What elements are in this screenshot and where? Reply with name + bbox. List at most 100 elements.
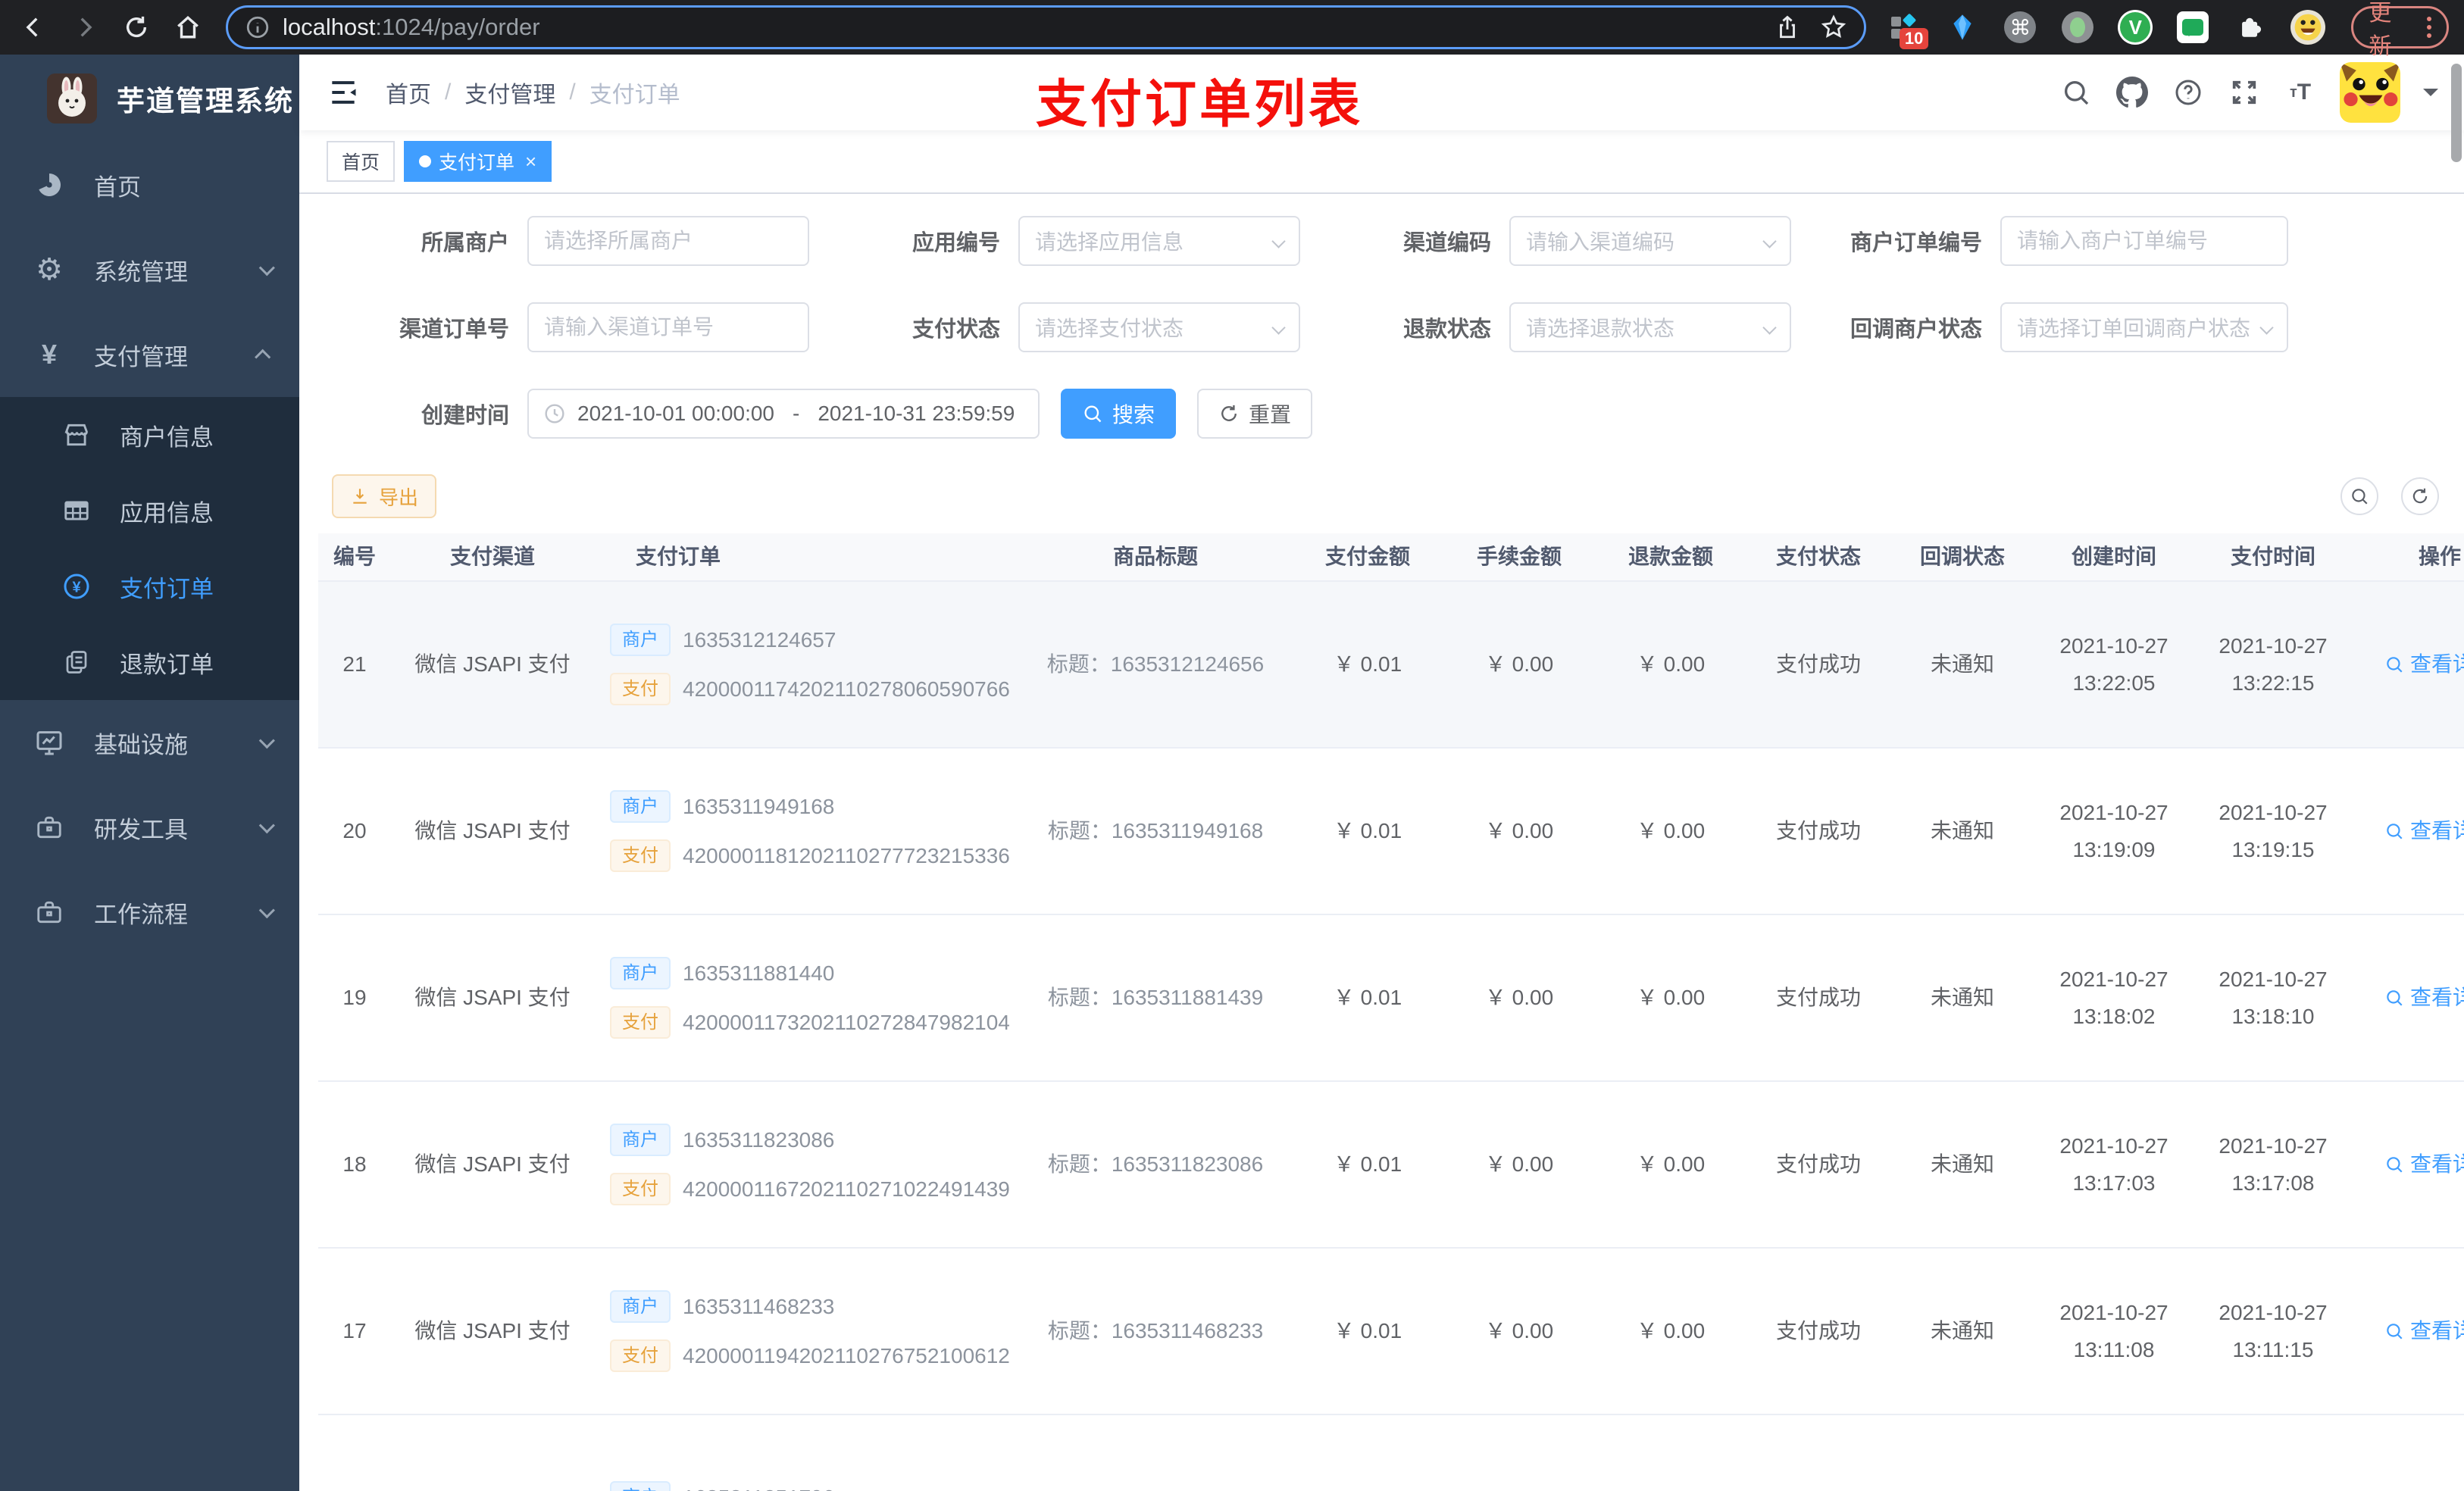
- browser-reload-button[interactable]: [118, 9, 155, 45]
- yen-icon: ¥: [41, 339, 58, 370]
- refund-status-select[interactable]: 请选择退款状态: [1509, 302, 1791, 352]
- sidebar-item-merchant-info[interactable]: 商户信息: [0, 397, 299, 473]
- tab-home[interactable]: 首页: [327, 141, 396, 182]
- pay-channel-cell: 微信 JSAPI 支付: [414, 986, 571, 1010]
- breadcrumb-home[interactable]: 首页: [386, 76, 431, 109]
- pay-status-select[interactable]: 请选择支付状态: [1018, 302, 1300, 352]
- browser-update-button[interactable]: 更新: [2351, 1, 2449, 59]
- chevron-down-icon: [1271, 320, 1286, 335]
- pay-status-cell: 支付成功: [1775, 1319, 1861, 1343]
- notify-status-cell: 未通知: [1930, 1152, 1994, 1177]
- avatar-caret-down-icon[interactable]: [2423, 89, 2438, 104]
- pay-tag: 支付: [610, 1173, 671, 1206]
- page-annotation: 支付订单列表: [1036, 76, 1364, 133]
- help-icon[interactable]: [2172, 76, 2205, 109]
- extension-command-icon[interactable]: ⌘: [2003, 10, 2037, 45]
- refund-amount-cell: ￥ 0.00: [1636, 819, 1706, 843]
- sidebar-item-pay-order[interactable]: ¥ 支付订单: [0, 549, 299, 624]
- channel-code-select[interactable]: 请输入渠道编码: [1509, 216, 1791, 266]
- pay-tag: 支付: [610, 839, 671, 873]
- chevron-down-icon: [258, 902, 275, 918]
- share-icon[interactable]: [1775, 14, 1800, 40]
- table-row: 19 微信 JSAPI 支付 商户 1635311881440 支付 42000…: [318, 915, 2464, 1082]
- sidebar-item-refund-order[interactable]: 退款订单: [0, 624, 299, 700]
- browser-back-button[interactable]: [15, 9, 52, 45]
- extensions-puzzle-icon[interactable]: [2233, 10, 2268, 45]
- copy-document-icon: [61, 649, 92, 676]
- github-icon[interactable]: [2115, 76, 2149, 109]
- product-title-cell: 标题：1635311823086: [1047, 1152, 1264, 1177]
- refresh-table-button[interactable]: [2401, 477, 2439, 515]
- svg-text:¥: ¥: [72, 580, 81, 596]
- refund-amount-cell: ￥ 0.00: [1636, 652, 1706, 677]
- export-button[interactable]: 导出: [332, 474, 437, 518]
- browser-menu-dots-icon[interactable]: [2427, 17, 2431, 38]
- sidebar-item-home[interactable]: 首页: [0, 142, 299, 227]
- chevron-down-icon: [2259, 320, 2274, 335]
- notify-status-select[interactable]: 请选择订单回调商户状态: [2000, 302, 2288, 352]
- extension-icons: 10 ⌘ V: [1887, 10, 2326, 49]
- sidebar-item-infra[interactable]: 基础设施: [0, 700, 299, 785]
- create-time-cell: 2021-10-27 13:11:08: [2059, 1300, 2169, 1361]
- page-content: 所属商户 应用编号 请选择应用信息 渠道编码 请输入渠道编码 商户订单编号: [299, 194, 2464, 1491]
- breadcrumb-current: 支付订单: [589, 83, 680, 108]
- browser-home-button[interactable]: [170, 9, 206, 45]
- view-detail-link[interactable]: 查看详情: [2384, 1316, 2464, 1346]
- merchant-order-no-input[interactable]: [2017, 229, 2272, 253]
- site-info-icon[interactable]: [245, 14, 270, 40]
- table-header-row: 编号 支付渠道 支付订单 商品标题 支付金额 手续金额 退款金额 支付状态 回调…: [318, 533, 2464, 582]
- view-detail-link[interactable]: 查看详情: [2384, 1149, 2464, 1179]
- sidebar-item-workflow[interactable]: 工作流程: [0, 870, 299, 955]
- notify-status-cell: 未通知: [1930, 1319, 1994, 1343]
- extension-recorder-icon[interactable]: [2060, 10, 2095, 45]
- reset-button[interactable]: 重置: [1197, 389, 1313, 439]
- product-title-cell: 标题：1635311468233: [1047, 1319, 1264, 1343]
- product-title-cell: 标题：1635312124656: [1046, 652, 1265, 677]
- app-no-select[interactable]: 请选择应用信息: [1018, 216, 1300, 266]
- tab-pay-order[interactable]: 支付订单 ×: [404, 141, 552, 182]
- bookmark-star-icon[interactable]: [1820, 14, 1847, 41]
- tab-close-icon[interactable]: ×: [525, 150, 536, 173]
- fullscreen-icon[interactable]: [2228, 76, 2261, 109]
- notify-status-cell: 未通知: [1930, 819, 1994, 843]
- sidebar-item-pay[interactable]: ¥ 支付管理: [0, 312, 299, 397]
- browser-forward-button[interactable]: [67, 9, 103, 45]
- view-detail-link[interactable]: 查看详情: [2384, 649, 2464, 679]
- sidebar-collapse-icon[interactable]: [327, 76, 360, 109]
- sidebar: 芋道管理系统 首页 ⚙ 系统管理 ¥ 支付管理 商户信息 应用信息 ¥ 支付订单…: [0, 55, 299, 1491]
- briefcase-icon: [32, 898, 67, 927]
- breadcrumb-pay[interactable]: 支付管理: [464, 76, 555, 109]
- header-search-icon[interactable]: [2059, 76, 2093, 109]
- sidebar-item-dev-tools[interactable]: 研发工具: [0, 785, 299, 870]
- url-bar[interactable]: localhost:1024/pay/order: [226, 5, 1867, 49]
- search-button[interactable]: 搜索: [1061, 389, 1177, 439]
- channel-order-no-input[interactable]: [544, 315, 793, 339]
- pay-order-cell: 商户 1635311251796 支付: [602, 1481, 1019, 1491]
- view-detail-link[interactable]: 查看详情: [2384, 983, 2464, 1012]
- extension-chat-icon[interactable]: [2175, 10, 2210, 45]
- create-time-cell: 2021-10-27 13:17:03: [2059, 1133, 2169, 1195]
- briefcase-icon: [32, 813, 67, 842]
- breadcrumb: 首页 / 支付管理 / 支付订单: [386, 76, 680, 109]
- font-size-icon[interactable]: тT: [2284, 76, 2317, 109]
- filter-create-time: 创建时间 2021-10-01 00:00:00 - 2021-10-31 23…: [318, 389, 1040, 439]
- action-cell: 查看详情: [2353, 1316, 2464, 1346]
- product-title-cell: 标题：1635311949168: [1047, 819, 1264, 843]
- page-scrollbar-thumb[interactable]: [2451, 64, 2462, 162]
- extension-vue-devtools-icon[interactable]: V: [2118, 10, 2153, 45]
- extension-grid-icon[interactable]: 10: [1887, 10, 1929, 49]
- toggle-search-button[interactable]: [2340, 477, 2378, 515]
- clock-icon: [543, 402, 567, 426]
- profile-emoji-icon[interactable]: [2290, 10, 2326, 45]
- date-range-input[interactable]: 2021-10-01 00:00:00 - 2021-10-31 23:59:5…: [527, 389, 1040, 439]
- extension-gem-icon[interactable]: [1945, 10, 1980, 45]
- chevron-down-icon: [258, 259, 275, 276]
- view-detail-link[interactable]: 查看详情: [2384, 816, 2464, 846]
- pay-time-cell: 2021-10-27 13:17:08: [2219, 1133, 2328, 1195]
- user-avatar[interactable]: [2340, 62, 2400, 123]
- table-body: 21 微信 JSAPI 支付 商户 1635312124657 支付 42000…: [318, 582, 2464, 1491]
- sidebar-item-system[interactable]: ⚙ 系统管理: [0, 227, 299, 312]
- merchant-tag: 商户: [610, 1289, 671, 1323]
- merchant-input[interactable]: [544, 229, 793, 253]
- sidebar-item-app-info[interactable]: 应用信息: [0, 473, 299, 549]
